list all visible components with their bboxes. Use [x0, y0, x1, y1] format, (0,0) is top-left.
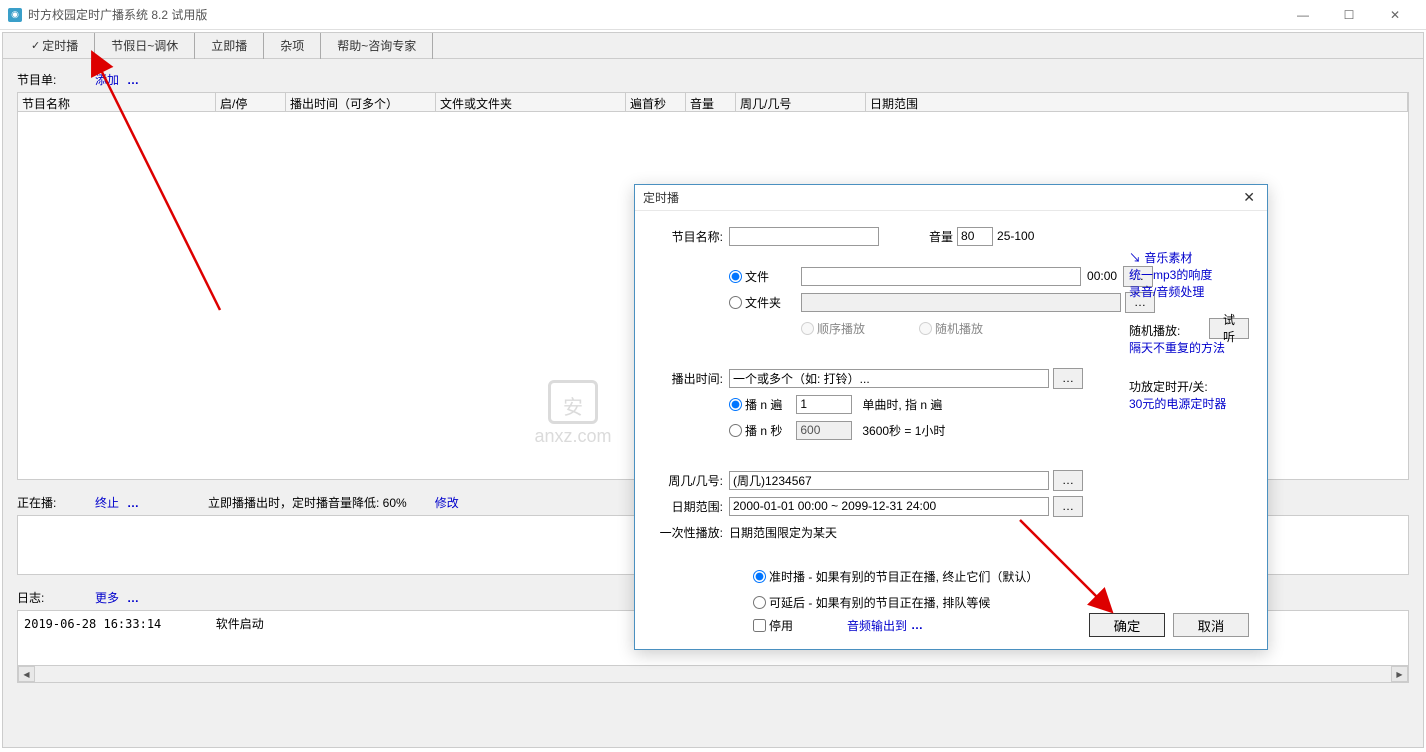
weekday-browse-button[interactable]: … — [1053, 470, 1083, 491]
col-volume: 音量 — [686, 93, 736, 111]
dialog-close-icon[interactable]: ✕ — [1239, 189, 1259, 206]
scheduled-dialog: 定时播 ✕ 节目名称: 音量 25-100 文件 00:00 … — [634, 184, 1268, 650]
col-file: 文件或文件夹 — [436, 93, 626, 111]
tab-instant[interactable]: 立即播 — [195, 33, 264, 59]
more-link[interactable]: 更多 — [95, 589, 119, 606]
lock-icon — [548, 380, 598, 424]
program-list-label: 节目单: — [17, 71, 87, 88]
folder-path-input — [801, 293, 1121, 312]
play-n-sec-note: 3600秒 = 1小时 — [862, 422, 945, 439]
seq-play-radio: 顺序播放 — [801, 320, 865, 337]
log-text: 软件启动 — [216, 617, 264, 631]
titlebar: ◉ 时方校园定时广播系统 8.2 试用版 — ☐ ✕ — [0, 0, 1426, 30]
tab-scheduled[interactable]: 定时播 — [15, 33, 95, 59]
volume-input[interactable] — [957, 227, 993, 246]
volume-range: 25-100 — [997, 229, 1034, 243]
amp-link[interactable]: 30元的电源定时器 — [1129, 395, 1249, 412]
amp-label: 功放定时开/关: — [1129, 378, 1249, 395]
col-skip: 遍首秒 — [626, 93, 686, 111]
close-button[interactable]: ✕ — [1372, 0, 1418, 30]
cancel-button[interactable]: 取消 — [1173, 613, 1249, 637]
side-links: ↘ 音乐素材 统一mp3的响度 录音/音频处理 随机播放: 隔天不重复的方法 功… — [1129, 249, 1249, 434]
tab-holiday[interactable]: 节假日~调休 — [95, 33, 195, 59]
playtime-label: 播出时间: — [653, 370, 723, 387]
weekday-input[interactable] — [729, 471, 1049, 490]
add-more-icon[interactable]: … — [127, 73, 140, 87]
once-label: 一次性播放: — [653, 524, 723, 541]
log-label: 日志: — [17, 589, 87, 606]
program-grid-header: 节目名称 启/停 播出时间（可多个） 文件或文件夹 遍首秒 音量 周几/几号 日… — [17, 92, 1409, 112]
col-daterange: 日期范围 — [866, 93, 1408, 111]
playtime-browse-button[interactable]: … — [1053, 368, 1083, 389]
col-playtime: 播出时间（可多个） — [286, 93, 436, 111]
timely-radio[interactable]: 准时播 - 如果有别的节目正在播, 终止它们（默认） — [753, 568, 1038, 585]
play-n-times-radio[interactable]: 播 n 遍 — [729, 396, 782, 413]
tab-misc[interactable]: 杂项 — [264, 33, 321, 59]
tabbar: 定时播 节假日~调休 立即播 杂项 帮助~咨询专家 — [3, 33, 1423, 59]
rand-link[interactable]: 隔天不重复的方法 — [1129, 339, 1249, 356]
audio-out-link[interactable]: 音频输出到 — [847, 617, 907, 634]
play-n-times-input[interactable] — [796, 395, 852, 414]
unify-mp3-link[interactable]: 统一mp3的响度 — [1129, 266, 1249, 283]
stop-more-icon[interactable]: … — [127, 496, 140, 510]
window-title: 时方校园定时广播系统 8.2 试用版 — [28, 6, 1280, 23]
col-onoff: 启/停 — [216, 93, 286, 111]
file-radio[interactable]: 文件 — [729, 268, 769, 285]
daterange-browse-button[interactable]: … — [1053, 496, 1083, 517]
file-path-input[interactable] — [801, 267, 1081, 286]
daterange-input[interactable] — [729, 497, 1049, 516]
modify-link[interactable]: 修改 — [435, 494, 459, 511]
once-note: 日期范围限定为某天 — [729, 524, 837, 541]
maximize-button[interactable]: ☐ — [1326, 0, 1372, 30]
minimize-button[interactable]: — — [1280, 0, 1326, 30]
rand-play-radio: 随机播放 — [919, 320, 983, 337]
now-playing-label: 正在播: — [17, 494, 87, 511]
file-time: 00:00 — [1087, 269, 1117, 283]
log-scrollbar[interactable]: ◀▶ — [17, 666, 1409, 683]
col-name: 节目名称 — [18, 93, 216, 111]
log-time: 2019-06-28 16:33:14 — [24, 617, 161, 631]
instant-note: 立即播播出时，定时播音量降低: 60% — [208, 494, 407, 511]
folder-radio[interactable]: 文件夹 — [729, 294, 781, 311]
play-n-times-note: 单曲时, 指 n 遍 — [862, 396, 942, 413]
play-n-sec-radio[interactable]: 播 n 秒 — [729, 422, 782, 439]
weekday-label: 周几/几号: — [653, 472, 723, 489]
disable-checkbox[interactable]: 停用 — [753, 617, 793, 634]
play-n-sec-input — [796, 421, 852, 440]
more-icon[interactable]: … — [127, 591, 140, 605]
name-input[interactable] — [729, 227, 879, 246]
stop-link[interactable]: 终止 — [95, 494, 119, 511]
daterange-label: 日期范围: — [653, 498, 723, 515]
rand-label: 随机播放: — [1129, 322, 1249, 339]
ok-button[interactable]: 确定 — [1089, 613, 1165, 637]
tab-help[interactable]: 帮助~咨询专家 — [321, 33, 433, 59]
app-icon: ◉ — [8, 8, 22, 22]
volume-label: 音量 — [929, 228, 953, 245]
name-label: 节目名称: — [653, 228, 723, 245]
playtime-input[interactable] — [729, 369, 1049, 388]
record-link[interactable]: 录音/音频处理 — [1129, 283, 1249, 300]
dialog-title: 定时播 — [643, 189, 679, 206]
col-weekday: 周几/几号 — [736, 93, 866, 111]
music-material-link[interactable]: ↘ 音乐素材 — [1129, 249, 1249, 266]
audio-out-more-icon[interactable]: … — [911, 618, 924, 632]
delay-radio[interactable]: 可延后 - 如果有别的节目正在播, 排队等候 — [753, 594, 990, 611]
add-link[interactable]: 添加 — [95, 71, 119, 88]
